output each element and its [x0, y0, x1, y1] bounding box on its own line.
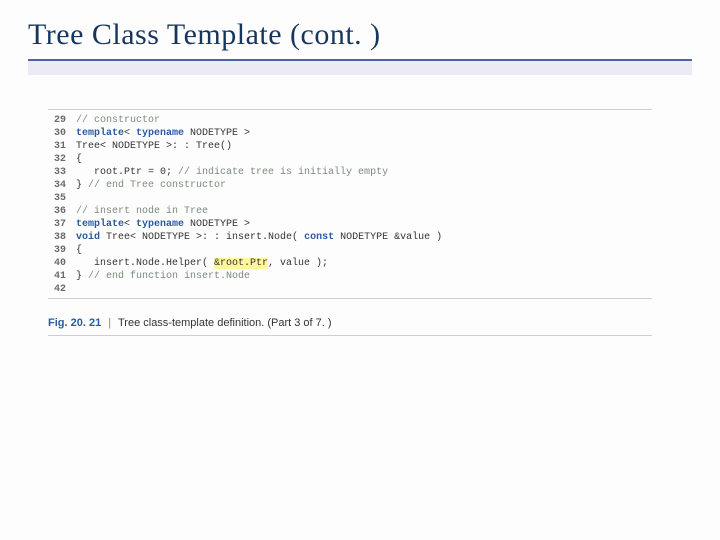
- code-text: {: [76, 244, 652, 257]
- code-line: 34} // end Tree constructor: [48, 179, 652, 192]
- code-line: 39{: [48, 244, 652, 257]
- title-bar: [28, 61, 692, 75]
- code-text: template< typename NODETYPE >: [76, 218, 652, 231]
- line-number: 42: [48, 283, 76, 296]
- code-line: 35: [48, 192, 652, 205]
- caption-rule: [48, 335, 652, 336]
- line-number: 40: [48, 257, 76, 270]
- line-number: 35: [48, 192, 76, 205]
- code-text: // insert node in Tree: [76, 205, 652, 218]
- caption-text: Tree class-template definition. (Part 3 …: [118, 317, 332, 329]
- code-text: } // end Tree constructor: [76, 179, 652, 192]
- line-number: 41: [48, 270, 76, 283]
- line-number: 29: [48, 114, 76, 127]
- code-text: [76, 192, 652, 205]
- code-text: [76, 283, 652, 296]
- code-text: {: [76, 153, 652, 166]
- code-text: void Tree< NODETYPE >: : insert.Node( co…: [76, 231, 652, 244]
- code-line: 41} // end function insert.Node: [48, 270, 652, 283]
- code-line: 29// constructor: [48, 114, 652, 127]
- slide-title: Tree Class Template (cont. ): [28, 18, 692, 57]
- line-number: 36: [48, 205, 76, 218]
- slide: Tree Class Template (cont. ) 29// constr…: [0, 0, 720, 540]
- code-text: template< typename NODETYPE >: [76, 127, 652, 140]
- line-number: 30: [48, 127, 76, 140]
- code-text: } // end function insert.Node: [76, 270, 652, 283]
- code-line: 31Tree< NODETYPE >: : Tree(): [48, 140, 652, 153]
- line-number: 37: [48, 218, 76, 231]
- code-text: // constructor: [76, 114, 652, 127]
- caption-separator: |: [108, 317, 111, 329]
- code-text: insert.Node.Helper( &root.Ptr, value );: [76, 257, 652, 270]
- code-line: 32{: [48, 153, 652, 166]
- line-number: 31: [48, 140, 76, 153]
- figure-number: Fig. 20. 21: [48, 317, 101, 329]
- line-number: 34: [48, 179, 76, 192]
- code-text: Tree< NODETYPE >: : Tree(): [76, 140, 652, 153]
- code-text: root.Ptr = 0; // indicate tree is initia…: [76, 166, 652, 179]
- code-line: 30template< typename NODETYPE >: [48, 127, 652, 140]
- code-line: 42: [48, 283, 652, 296]
- code-line: 33 root.Ptr = 0; // indicate tree is ini…: [48, 166, 652, 179]
- code-line: 37template< typename NODETYPE >: [48, 218, 652, 231]
- line-number: 33: [48, 166, 76, 179]
- figure-caption: Fig. 20. 21 | Tree class-template defini…: [48, 311, 652, 336]
- line-number: 38: [48, 231, 76, 244]
- line-number: 39: [48, 244, 76, 257]
- line-number: 32: [48, 153, 76, 166]
- code-line: 36// insert node in Tree: [48, 205, 652, 218]
- code-listing: 29// constructor30template< typename NOD…: [48, 109, 652, 299]
- code-line: 38void Tree< NODETYPE >: : insert.Node( …: [48, 231, 652, 244]
- code-line: 40 insert.Node.Helper( &root.Ptr, value …: [48, 257, 652, 270]
